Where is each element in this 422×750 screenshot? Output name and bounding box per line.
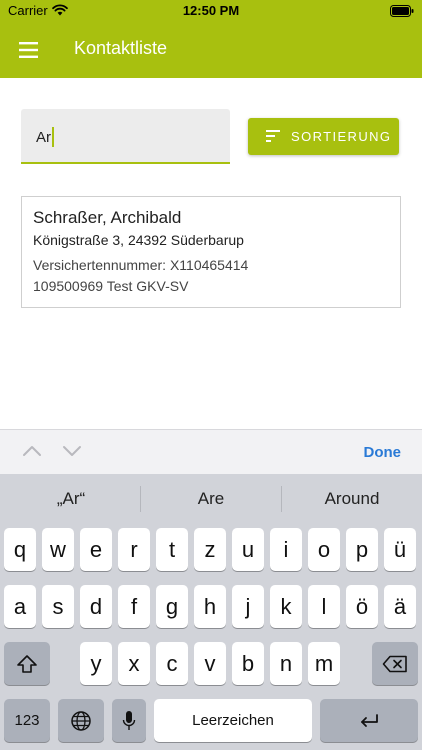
done-button[interactable]: Done (364, 444, 402, 461)
insurance-number: Versichertennummer: X110465414 (33, 257, 249, 273)
return-icon (361, 713, 378, 727)
key-f[interactable]: f (118, 585, 150, 628)
menu-button[interactable] (14, 36, 44, 64)
key-y[interactable]: y (80, 642, 112, 685)
key-n[interactable]: n (270, 642, 302, 685)
status-bar: Carrier 12:50 PM (0, 0, 422, 22)
sort-button[interactable]: SORTIERUNG (248, 118, 399, 155)
key-w[interactable]: w (42, 528, 74, 571)
space-key[interactable]: Leerzeichen (154, 699, 312, 742)
key-ae[interactable]: ä (384, 585, 416, 628)
chevron-down-icon[interactable] (62, 444, 82, 458)
key-r[interactable]: r (118, 528, 150, 571)
contact-list-item[interactable]: Schraßer, Archibald Königstraße 3, 24392… (21, 196, 401, 308)
suggestion-1[interactable]: „Ar“ (1, 489, 141, 509)
page-title: Kontaktliste (74, 38, 168, 58)
return-key[interactable] (320, 699, 418, 742)
key-v[interactable]: v (194, 642, 226, 685)
keyboard-accessory-bar: Done (0, 429, 422, 474)
backspace-icon (382, 655, 407, 672)
backspace-key[interactable] (372, 642, 418, 685)
key-k[interactable]: k (270, 585, 302, 628)
battery-icon (390, 5, 414, 17)
key-m[interactable]: m (308, 642, 340, 685)
key-p[interactable]: p (346, 528, 378, 571)
key-z[interactable]: z (194, 528, 226, 571)
globe-icon (71, 710, 91, 731)
key-g[interactable]: g (156, 585, 188, 628)
sort-button-label: SORTIERUNG (291, 129, 392, 144)
chevron-up-icon[interactable] (22, 444, 42, 458)
key-l[interactable]: l (308, 585, 340, 628)
key-s[interactable]: s (42, 585, 74, 628)
text-caret (52, 127, 54, 147)
keyboard: „Ar“ Are Around q w e r t z u i o p ü a … (0, 474, 422, 750)
key-a[interactable]: a (4, 585, 36, 628)
shift-icon (17, 654, 37, 673)
contact-address: Königstraße 3, 24392 Süderbarup (33, 232, 244, 248)
microphone-icon (122, 710, 136, 730)
key-oe[interactable]: ö (346, 585, 378, 628)
shift-key[interactable] (4, 642, 50, 685)
suggestion-2[interactable]: Are (141, 489, 281, 509)
app-bar: Kontaktliste (0, 22, 422, 78)
key-e[interactable]: e (80, 528, 112, 571)
search-input[interactable] (36, 126, 216, 148)
insurer-info: 109500969 Test GKV-SV (33, 278, 189, 294)
key-h[interactable]: h (194, 585, 226, 628)
sort-icon (266, 130, 280, 142)
search-field[interactable] (21, 109, 230, 164)
key-ue[interactable]: ü (384, 528, 416, 571)
status-time: 12:50 PM (182, 3, 240, 18)
key-q[interactable]: q (4, 528, 36, 571)
screen: Carrier 12:50 PM Kontaktliste Ar SORTIER… (0, 0, 422, 750)
key-d[interactable]: d (80, 585, 112, 628)
key-b[interactable]: b (232, 642, 264, 685)
key-o[interactable]: o (308, 528, 340, 571)
microphone-key[interactable] (112, 699, 146, 742)
contact-name: Schraßer, Archibald (33, 208, 182, 227)
suggestion-3[interactable]: Around (282, 489, 422, 509)
key-x[interactable]: x (118, 642, 150, 685)
key-c[interactable]: c (156, 642, 188, 685)
globe-key[interactable] (58, 699, 104, 742)
numbers-key[interactable]: 123 (4, 699, 50, 742)
key-t[interactable]: t (156, 528, 188, 571)
key-j[interactable]: j (232, 585, 264, 628)
key-i[interactable]: i (270, 528, 302, 571)
hamburger-icon (19, 42, 38, 58)
key-u[interactable]: u (232, 528, 264, 571)
